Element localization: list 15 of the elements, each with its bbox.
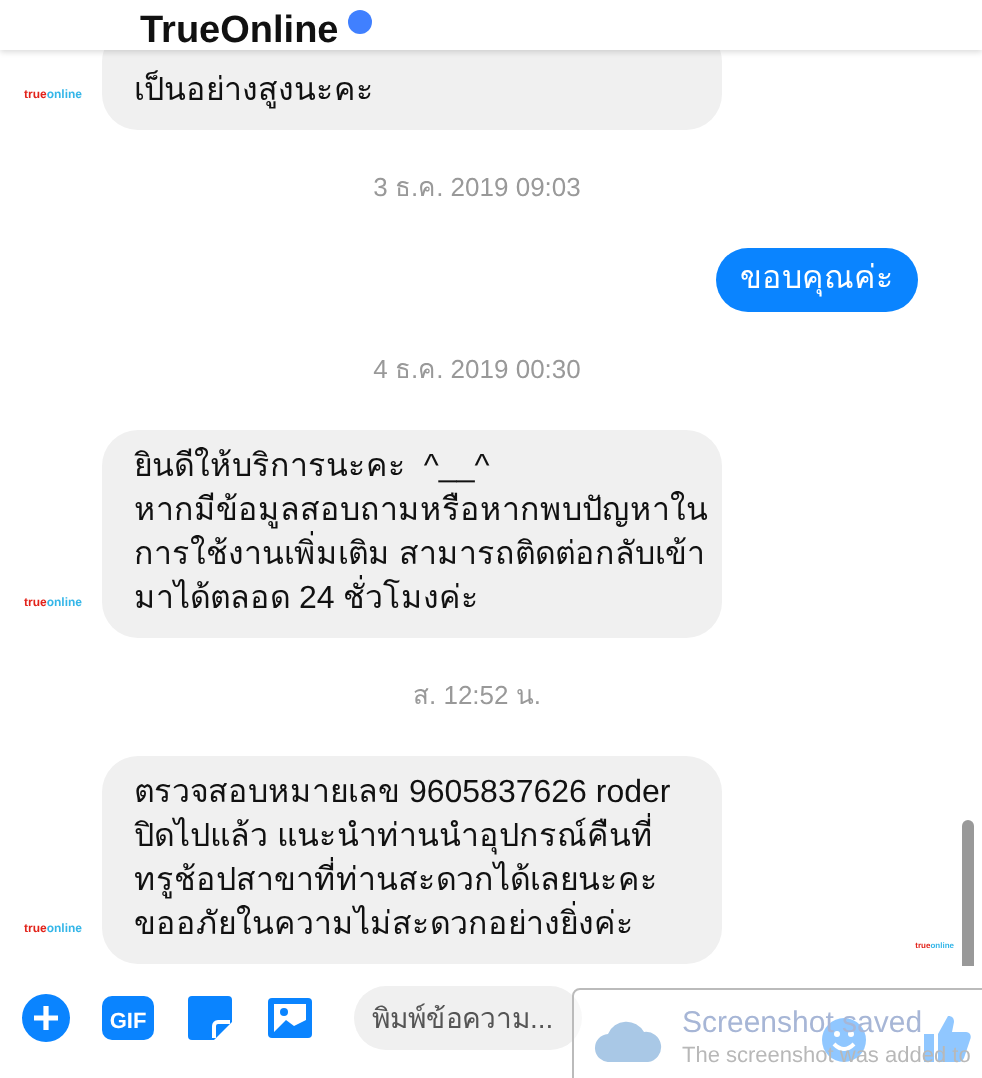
message-bubble: เป็นอย่างสูงนะคะ — [102, 50, 723, 130]
timestamp: ส. 12:52 น. — [413, 680, 541, 710]
image-icon[interactable] — [266, 994, 314, 1042]
add-icon[interactable] — [22, 994, 70, 1042]
timestamp: 4 ธ.ค. 2019 00:30 — [373, 354, 581, 384]
cloud-icon — [594, 1018, 662, 1062]
message-field[interactable]: พิมพ์ข้อความ... — [354, 986, 582, 1050]
scrollbar-thumb[interactable] — [962, 820, 974, 966]
chat-title: TrueOnline — [140, 12, 339, 50]
sticker-icon[interactable] — [186, 994, 234, 1042]
sent-message-bubble: ขอบคุณค่ะ — [716, 248, 918, 312]
gif-icon[interactable]: GIF — [102, 994, 154, 1042]
message-bubble: ยินดีให้บริการนะคะ ^__^ หากมีข้อมูลสอบถามหรือหากพบปัญหาใน การใช้งานเพิ่มเติม สามารถติดต่อกลับเข้า มาได้ตลอด 24 ชั่วโมงค่ะ — [102, 430, 723, 638]
timestamp: 3 ธ.ค. 2019 09:03 — [373, 172, 581, 202]
message-bubble: ตรวจสอบหมายเลข 9605837626 roder ปิดไปแล้ว แนะนำท่านนำอุปกรณ์คืนที่ ทรูช้อปสาขาที่ท่านสะดวกได้เลยนะคะ ขออภัยในความไม่สะดวกอย่างยิ่งค่ะ — [102, 756, 723, 964]
